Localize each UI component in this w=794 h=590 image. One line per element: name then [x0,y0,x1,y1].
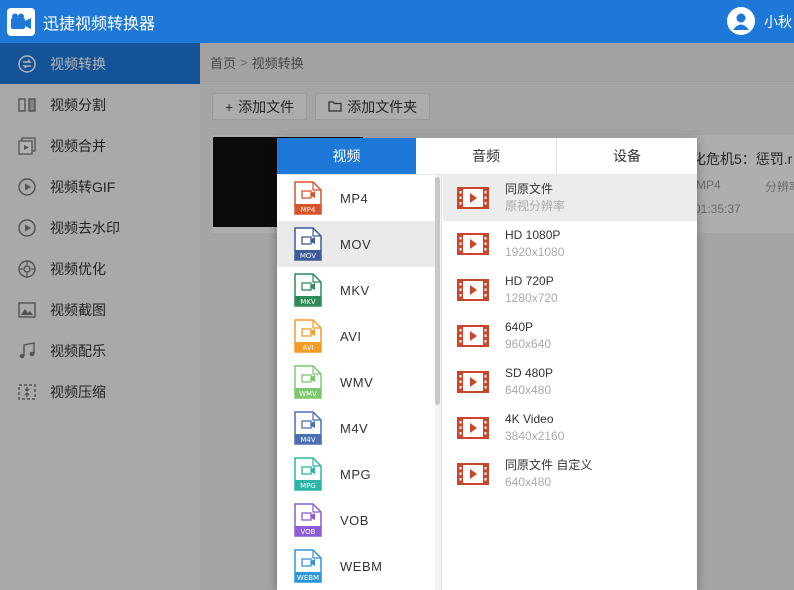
film-icon [457,416,489,440]
preset-text: 640P 960x640 [505,319,551,353]
preset-item[interactable]: 4K Video 3840x2160 [443,405,697,451]
format-dropdown: 视频 音频 设备 MP4 MP4 MOV MOV MKV MKV AVI AVI WMV WMV M… [277,138,697,590]
tab-video[interactable]: 视频 [277,138,416,174]
preset-text: HD 720P 1280x720 [505,273,558,307]
preset-resolution: 960x640 [505,337,552,351]
preset-name: SD 480P [505,366,554,380]
preset-resolution: 640x480 [505,383,552,397]
preset-resolution: 3840x2160 [505,429,565,443]
preset-text: HD 1080P 1920x1080 [505,227,564,261]
format-item-mp4[interactable]: MP4 MP4 [277,175,435,221]
format-list: MP4 MP4 MOV MOV MKV MKV AVI AVI WMV WMV M4V M4V MPG M… [277,175,435,590]
format-item-vob[interactable]: VOB VOB [277,497,435,543]
format-name: MPG [340,466,372,482]
film-icon [457,462,489,486]
preset-text: 同原文件 自定义 640x480 [505,457,592,491]
format-tabs: 视频 音频 设备 [277,138,697,175]
preset-item[interactable]: 同原文件 自定义 640x480 [443,451,697,497]
format-name: M4V [340,420,369,436]
preset-list: 同原文件原视分辨率 HD 1080P 1920x1080 HD 720P 1280x72… [443,175,697,590]
file-format-icon: MKV [293,273,323,307]
format-name: WEBM [340,558,383,574]
format-badge-text: WMV [299,390,317,398]
format-badge-text: VOB [301,528,316,536]
film-icon [457,232,489,256]
tab-device[interactable]: 设备 [557,138,697,174]
file-format-icon: MOV [293,227,323,261]
film-icon [457,186,489,210]
format-item-m4v[interactable]: M4V M4V [277,405,435,451]
preset-item[interactable]: HD 1080P 1920x1080 [443,221,697,267]
user-avatar-icon[interactable] [727,7,755,35]
format-badge-text: MKV [300,298,316,306]
format-badge-text: AVI [302,344,313,352]
format-item-mov[interactable]: MOV MOV [277,221,435,267]
preset-name: 4K Video [505,412,554,426]
file-format-icon: WMV [293,365,323,399]
file-format-icon: M4V [293,411,323,445]
preset-name: HD 1080P [505,228,561,242]
preset-resolution: 原视分辨率 [505,199,566,213]
app-logo-icon [7,7,35,36]
preset-item[interactable]: SD 480P 640x480 [443,359,697,405]
file-format-icon: MPG [293,457,323,491]
user-name[interactable]: 小秋 [764,12,792,32]
format-name: WMV [340,374,374,390]
preset-text: 4K Video 3840x2160 [505,411,564,445]
format-name: MKV [340,282,370,298]
divider [441,175,442,590]
file-format-icon: AVI [293,319,323,353]
preset-name: HD 720P [505,274,554,288]
format-name: MOV [340,236,372,252]
file-format-icon: MP4 [293,181,323,215]
app-title: 迅捷视频转换器 [43,15,156,33]
format-item-avi[interactable]: AVI AVI [277,313,435,359]
preset-resolution: 640x480 [505,475,552,489]
format-badge-text: MP4 [301,206,316,214]
format-item-wmv[interactable]: WMV WMV [277,359,435,405]
file-format-icon: VOB [293,503,323,537]
film-icon [457,278,489,302]
preset-text: SD 480P 640x480 [505,365,553,399]
format-badge-text: MOV [300,252,316,260]
preset-item[interactable]: 640P 960x640 [443,313,697,359]
preset-name: 同原文件 自定义 [505,458,593,472]
format-name: VOB [340,512,369,528]
preset-name: 640P [505,320,534,334]
preset-resolution: 1280x720 [505,291,558,305]
format-name: MP4 [340,190,369,206]
title-bar: 迅捷视频转换器 小秋 [0,0,794,43]
scrollbar-thumb[interactable] [435,177,440,405]
format-item-webm[interactable]: WEBM WEBM [277,543,435,589]
format-badge-text: WEBM [297,574,319,582]
format-badge-text: MPG [300,482,316,490]
format-badge-text: M4V [300,436,315,444]
format-item-mpg[interactable]: MPG MPG [277,451,435,497]
format-item-mkv[interactable]: MKV MKV [277,267,435,313]
film-icon [457,370,489,394]
tab-audio[interactable]: 音频 [416,138,557,174]
format-name: AVI [340,328,362,344]
preset-text: 同原文件 原视分辨率 [505,181,565,215]
film-icon [457,324,489,348]
preset-item[interactable]: HD 720P 1280x720 [443,267,697,313]
file-format-icon: WEBM [293,549,323,583]
preset-item[interactable]: 同原文件 原视分辨率 [443,175,697,221]
preset-name: 同原文件 [505,182,554,196]
preset-resolution: 1920x1080 [505,245,565,259]
